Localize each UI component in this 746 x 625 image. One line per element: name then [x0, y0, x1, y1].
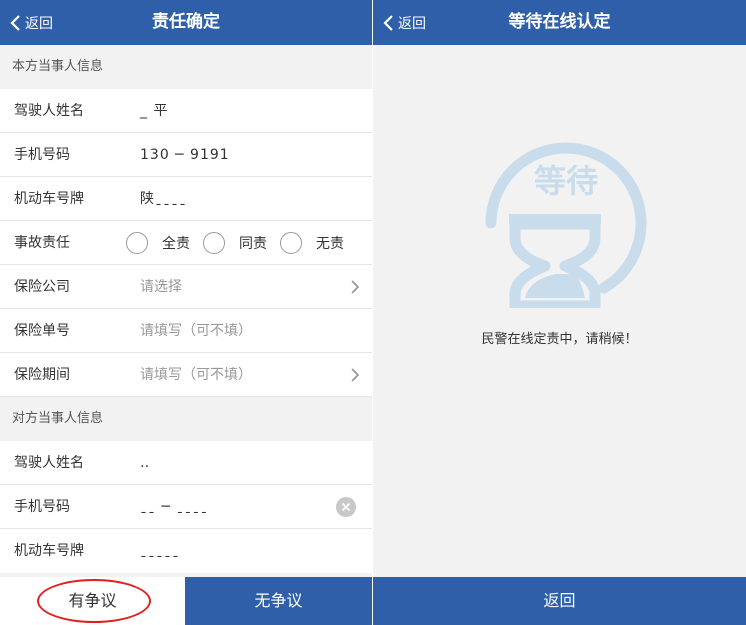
other-plate-label: 机动车号牌 — [14, 543, 84, 559]
own-driver-name-value: _ 平 — [140, 103, 169, 119]
waiting-message: 民警在线定责中，请稍候！ — [481, 332, 638, 347]
other-plate-value: ˍˍˍˍˍ — [140, 543, 180, 559]
other-phone-row[interactable]: 手机号码 ˍˍ ─ ˍˍˍˍ — [0, 485, 372, 529]
insurance-period-label: 保险期间 — [14, 367, 70, 383]
insurance-period-row[interactable]: 保险期间 请填写（可不填） — [0, 353, 372, 397]
policy-number-input[interactable]: 请填写（可不填） — [140, 309, 252, 353]
back-label: 返回 — [398, 15, 426, 32]
other-plate-row[interactable]: 机动车号牌 ˍˍˍˍˍ — [0, 529, 372, 573]
liability-option-full-label: 全责 — [162, 236, 190, 252]
liability-option-full[interactable]: 全责 — [126, 232, 190, 254]
other-party-section-header: 对方当事人信息 — [0, 397, 372, 441]
insurer-row[interactable]: 保险公司 请选择 — [0, 265, 372, 309]
other-driver-name-row[interactable]: 驾驶人姓名 ‥ — [0, 441, 372, 485]
return-button[interactable]: 返回 — [373, 577, 746, 625]
liability-option-equal-label: 同责 — [239, 236, 267, 252]
other-driver-name-value: ‥ — [140, 455, 151, 471]
insurance-period-input[interactable]: 请填写（可不填） — [140, 353, 252, 397]
liability-row: 事故责任 全责 同责 无责 — [0, 221, 372, 265]
back-label: 返回 — [25, 15, 53, 32]
radio-equal[interactable] — [203, 232, 225, 254]
clear-icon[interactable] — [336, 497, 356, 517]
chevron-left-icon — [10, 14, 20, 31]
waiting-content: 等待 民警在线定责中，请稍候！ — [373, 45, 746, 577]
illustration-text: 等待 — [534, 162, 598, 200]
own-phone-value: 130 ─ 9191 — [140, 147, 230, 163]
chevron-left-icon — [383, 14, 393, 31]
own-plate-label: 机动车号牌 — [14, 191, 84, 207]
waiting-screen: 返回 等待在线认定 等待 民警在线定责中，请稍候！ 返回 — [373, 0, 746, 625]
insurer-select[interactable]: 请选择 — [140, 265, 182, 309]
liability-option-none[interactable]: 无责 — [280, 232, 344, 254]
own-plate-row[interactable]: 机动车号牌 陕ˍˍˍˍ — [0, 177, 372, 221]
radio-full[interactable] — [126, 232, 148, 254]
own-driver-name-label: 驾驶人姓名 — [14, 103, 84, 119]
page-title: 等待在线认定 — [508, 12, 611, 32]
policy-number-row[interactable]: 保险单号 请填写（可不填） — [0, 309, 372, 353]
policy-number-label: 保险单号 — [14, 323, 70, 339]
dispute-button[interactable]: 有争议 — [0, 577, 185, 625]
back-button[interactable]: 返回 — [10, 0, 53, 45]
liability-confirm-screen: 返回 责任确定 本方当事人信息 驾驶人姓名 _ 平 手机号码 130 ─ 919… — [0, 0, 372, 625]
liability-radio-group: 全责 同责 无责 — [126, 221, 344, 265]
own-driver-name-row[interactable]: 驾驶人姓名 _ 平 — [0, 89, 372, 133]
liability-label: 事故责任 — [14, 235, 70, 251]
red-circle-annotation — [37, 579, 151, 623]
own-party-section-header: 本方当事人信息 — [0, 45, 372, 89]
nav-bar: 返回 责任确定 — [0, 0, 372, 45]
chevron-right-icon — [351, 280, 360, 294]
other-driver-name-label: 驾驶人姓名 — [14, 455, 84, 471]
insurer-label: 保险公司 — [14, 279, 70, 295]
other-phone-label: 手机号码 — [14, 499, 70, 515]
hourglass-icon: 等待 — [485, 142, 647, 308]
own-phone-row[interactable]: 手机号码 130 ─ 9191 — [0, 133, 372, 177]
nav-bar: 返回 等待在线认定 — [373, 0, 746, 45]
action-bar: 有争议 无争议 — [0, 577, 372, 625]
back-button[interactable]: 返回 — [383, 0, 426, 45]
radio-none[interactable] — [280, 232, 302, 254]
no-dispute-button[interactable]: 无争议 — [185, 577, 372, 625]
own-plate-value: 陕ˍˍˍˍ — [140, 191, 187, 207]
liability-option-none-label: 无责 — [316, 236, 344, 252]
liability-option-equal[interactable]: 同责 — [203, 232, 267, 254]
own-phone-label: 手机号码 — [14, 147, 70, 163]
page-title: 责任确定 — [152, 12, 220, 32]
other-phone-value: ˍˍ ─ ˍˍˍˍ — [140, 499, 209, 515]
chevron-right-icon — [351, 368, 360, 382]
